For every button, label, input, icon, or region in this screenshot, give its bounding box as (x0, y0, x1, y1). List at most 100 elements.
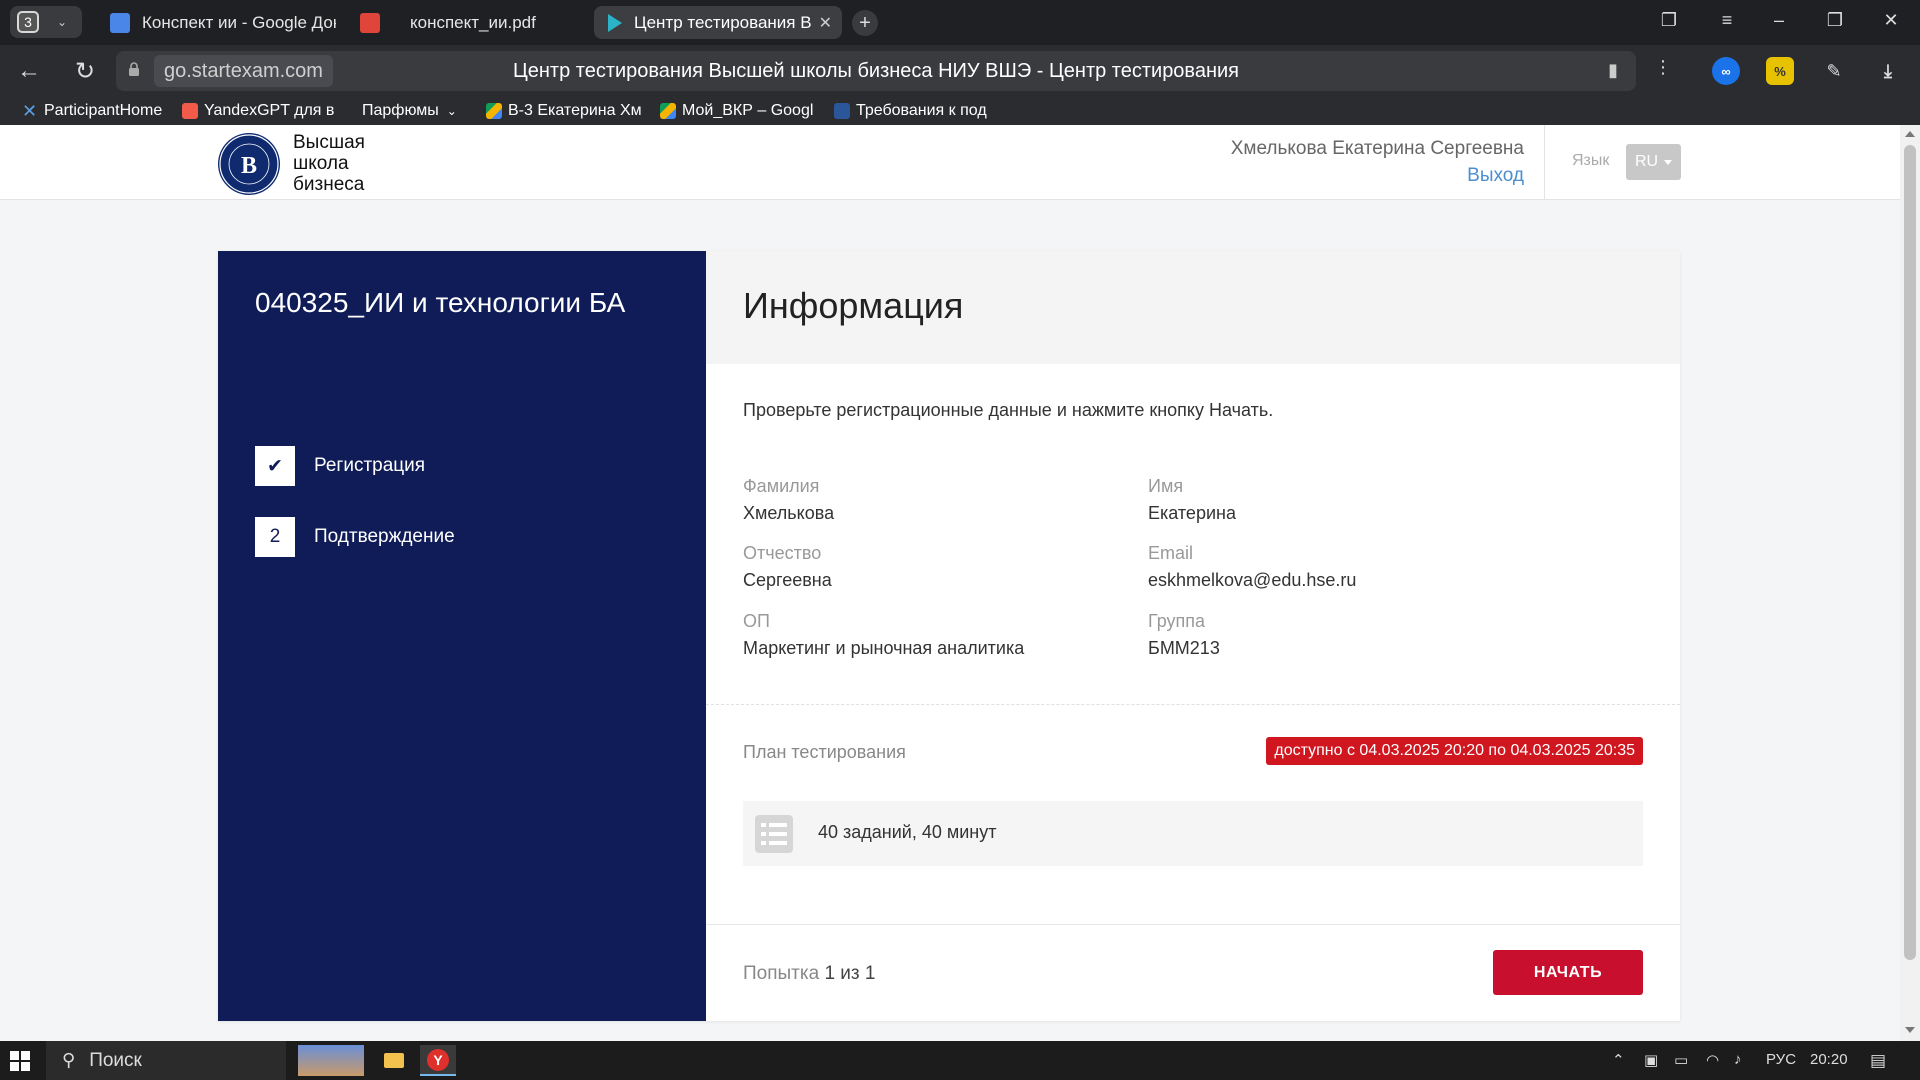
downloads-icon[interactable]: ⤓ (1874, 57, 1902, 85)
logo-line: школа (293, 153, 349, 174)
clock[interactable]: 20:20 (1810, 1051, 1848, 1068)
more-options-icon[interactable]: ⋮ (1648, 57, 1678, 78)
field-label: Группа (1148, 611, 1206, 631)
taskbar-search[interactable]: ⚲ Поиск (46, 1041, 286, 1080)
close-icon[interactable]: ✕ (819, 13, 832, 33)
google-drive-icon (486, 103, 502, 119)
scroll-up-icon[interactable] (1905, 131, 1915, 137)
step-label: Подтверждение (314, 526, 455, 547)
list-icon (755, 815, 793, 853)
new-tab-button[interactable]: + (852, 10, 878, 36)
logo-text: Высшая школа бизнеса (293, 132, 365, 195)
translate-extension-icon[interactable]: ✎ (1820, 57, 1848, 85)
hse-logo-emblem: В (219, 134, 279, 194)
search-icon: ⚲ (62, 1050, 76, 1070)
field-value: Сергеевна (743, 570, 832, 590)
logo-line: Высшая (293, 132, 365, 153)
bookmark-label: Парфюмы (362, 102, 439, 119)
yandex-browser-icon[interactable]: Y (420, 1045, 456, 1076)
exam-sidebar: 040325_ИИ и технологии БА ✔ Регистрация … (218, 251, 706, 1021)
reload-icon[interactable]: ↻ (70, 57, 100, 86)
plan-summary-text: 40 заданий, 40 минут (818, 822, 997, 842)
plan-label: План тестирования (743, 742, 906, 762)
tab-counter-button[interactable]: 3 ⌄ (10, 6, 82, 38)
start-button[interactable]: НАЧАТЬ (1493, 950, 1643, 995)
caret-down-icon (1664, 159, 1673, 165)
field-group: Группа БММ213 (1148, 611, 1220, 659)
infinity-extension-icon[interactable]: ∞ (1712, 57, 1740, 85)
web-page: В Высшая школа бизнеса Хмелькова Екатери… (0, 125, 1900, 1041)
bookmark-label: ParticipantHome (44, 102, 163, 119)
tab-title: конспект_ии.pdf (410, 12, 536, 32)
url-field[interactable]: go.startexam.com Центр тестирования Высш… (116, 51, 1636, 91)
step-number: 2 (255, 517, 295, 557)
minimize-icon[interactable]: – (1766, 10, 1792, 31)
field-value: Хмелькова (743, 503, 835, 523)
logo-line: бизнеса (293, 174, 365, 195)
file-explorer-icon[interactable] (376, 1045, 412, 1076)
field-label: Имя (1148, 476, 1184, 496)
notifications-icon[interactable]: ▤ (1870, 1051, 1886, 1071)
input-language[interactable]: РУС (1766, 1051, 1796, 1068)
svg-text:В: В (241, 153, 257, 179)
discount-extension-icon[interactable]: % (1766, 57, 1794, 85)
close-window-icon[interactable]: ✕ (1878, 10, 1904, 31)
language-select[interactable]: RU (1626, 144, 1681, 180)
header-divider (1544, 125, 1545, 200)
exam-title: 040325_ИИ и технологии БА (255, 287, 626, 318)
back-icon[interactable]: ← (14, 57, 44, 85)
address-bar: ← ↻ go.startexam.com Центр тестирования … (0, 45, 1920, 97)
field-value: Маркетинг и рыночная аналитика (743, 638, 1025, 658)
scroll-down-icon[interactable] (1905, 1027, 1915, 1033)
tab-count: 3 (17, 11, 39, 33)
google-docs-icon (110, 12, 130, 33)
field-label: ОП (743, 611, 770, 631)
collections-icon[interactable]: ❐ (1656, 10, 1682, 31)
bookmark-folder-perfumes[interactable]: Парфюмы ⌄ (362, 100, 472, 122)
page-scrollbar[interactable] (1900, 125, 1920, 1041)
bookmark-drive-2[interactable]: Мой_ВКР – Googl (660, 100, 818, 122)
bookmark-yandexgpt[interactable]: YandexGPT для в (182, 100, 342, 122)
battery-icon[interactable]: ▭ (1674, 1051, 1688, 1069)
bookmark-participanthome[interactable]: ✕ ParticipantHome (22, 100, 172, 122)
tab-startexam[interactable]: Центр тестирования В ✕ (594, 6, 842, 39)
chevron-up-icon[interactable]: ⌃ (1612, 1051, 1625, 1069)
windows-start-icon[interactable] (10, 1051, 30, 1071)
field-program: ОП Маркетинг и рыночная аналитика (743, 611, 1024, 659)
scrollbar-thumb[interactable] (1904, 145, 1916, 960)
language-label: Язык (1572, 152, 1610, 169)
tab-google-docs[interactable]: Конспект ии - Google Док (96, 6, 336, 39)
startexam-icon (608, 13, 622, 32)
wifi-icon[interactable]: ◠ (1706, 1051, 1719, 1069)
chevron-down-icon: ⌄ (57, 15, 68, 29)
footer-divider (706, 924, 1680, 925)
field-surname: Фамилия Хмелькова (743, 476, 834, 524)
step-label: Регистрация (314, 455, 426, 476)
browser-tab-bar: 3 ⌄ Конспект ии - Google Док конспект_ии… (0, 0, 1920, 45)
tab-pdf[interactable]: конспект_ии.pdf (346, 6, 586, 39)
word-icon (834, 103, 850, 119)
volume-icon[interactable]: ♪ (1734, 1051, 1742, 1068)
windows-taskbar: ⚲ Поиск Y ⌃ ▣ ▭ ◠ ♪ РУС 20:20 ▤ (0, 1041, 1920, 1080)
tab-title: Конспект ии - Google Док (142, 12, 336, 32)
info-heading: Информация (743, 285, 964, 326)
instruction-text: Проверьте регистрационные данные и нажми… (743, 400, 1274, 420)
bookmark-icon[interactable]: ▮ (1608, 60, 1618, 81)
plan-summary: 40 заданий, 40 минут (743, 801, 1643, 866)
menu-icon[interactable]: ≡ (1714, 10, 1740, 31)
bookmark-requirements[interactable]: Требования к под (834, 100, 994, 122)
camera-icon[interactable]: ▣ (1644, 1051, 1658, 1069)
field-first-name: Имя Екатерина (1148, 476, 1236, 524)
check-icon: ✔ (255, 446, 295, 486)
bookmark-label: В-3 Екатерина Хм (508, 102, 642, 119)
bookmark-drive-1[interactable]: В-3 Екатерина Хм (486, 100, 644, 122)
logout-link[interactable]: Выход (1467, 165, 1524, 187)
field-label: Фамилия (743, 476, 820, 496)
widget-castle-image[interactable] (298, 1045, 364, 1076)
attempt-value: 1 из 1 (824, 963, 876, 984)
hse-logo[interactable]: В (218, 133, 280, 195)
availability-badge: доступно с 04.03.2025 20:20 по 04.03.202… (1266, 737, 1643, 765)
chevron-down-icon: ⌄ (446, 104, 457, 118)
restore-icon[interactable]: ❐ (1822, 10, 1848, 31)
field-email: Email eskhmelkova@edu.hse.ru (1148, 543, 1356, 591)
